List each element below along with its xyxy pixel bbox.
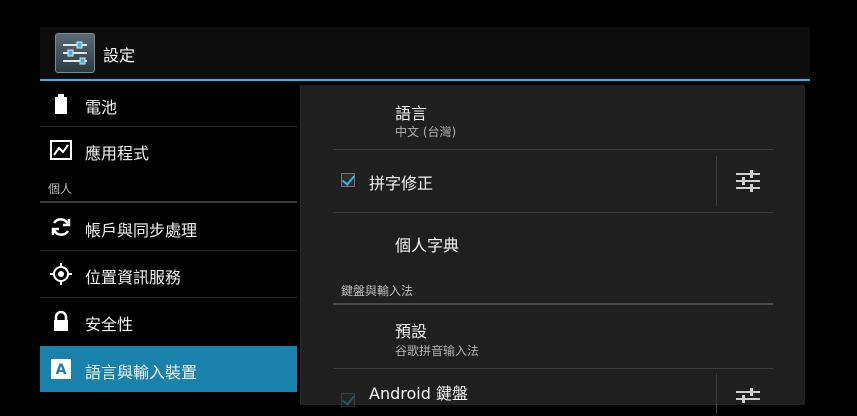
sidebar-item-language-input[interactable]: A 語言與輸入裝置 (40, 346, 297, 392)
sync-icon (50, 216, 72, 238)
sidebar-item-location[interactable]: 位置資訊服務 (40, 251, 297, 297)
settings-sidebar: 電池 應用程式 個人 帳戶與同步處理 位置資訊服務 安全性 A 語言與輸入裝置 (40, 81, 297, 400)
sidebar-item-accounts-sync[interactable]: 帳戶與同步處理 (40, 204, 297, 250)
android-keyboard-checkbox[interactable] (341, 393, 355, 407)
pref-title: 個人字典 (395, 236, 460, 255)
location-icon (50, 263, 72, 285)
divider (716, 374, 717, 414)
pref-summary: 中文 (台灣) (395, 125, 457, 139)
sidebar-item-battery[interactable]: 電池 (40, 81, 297, 127)
battery-icon (50, 93, 72, 115)
sidebar-item-label: 位置資訊服務 (85, 268, 182, 287)
language-preference[interactable]: 語言 中文 (台灣) (333, 85, 773, 149)
lock-icon (50, 310, 72, 332)
page-title: 設定 (103, 46, 136, 65)
tune-icon[interactable] (735, 386, 761, 412)
spell-checker-preference[interactable]: 拼字修正 (333, 150, 773, 212)
sidebar-item-label: 語言與輸入裝置 (85, 363, 198, 382)
settings-sliders-icon[interactable] (55, 33, 95, 73)
divider (716, 156, 717, 206)
pref-title: Android 鍵盤 (369, 384, 468, 403)
spell-checker-checkbox[interactable] (341, 173, 355, 187)
svg-text:A: A (56, 362, 67, 378)
sidebar-item-label: 安全性 (85, 315, 134, 334)
sidebar-item-apps[interactable]: 應用程式 (40, 127, 297, 173)
default-ime-preference[interactable]: 預設 谷歌拼音输入法 (333, 305, 773, 369)
action-bar: 設定 (40, 27, 810, 81)
pref-title: 語言 (395, 104, 428, 123)
pref-summary: 谷歌拼音输入法 (395, 344, 480, 358)
sidebar-item-label: 應用程式 (85, 144, 150, 163)
pref-title: 拼字修正 (369, 174, 434, 193)
section-divider (40, 201, 297, 203)
apps-icon (50, 139, 72, 161)
sidebar-item-label: 帳戶與同步處理 (85, 221, 198, 240)
personal-dictionary-preference[interactable]: 個人字典 (333, 213, 773, 273)
pref-title: 預設 (395, 322, 428, 341)
sidebar-item-label: 電池 (85, 98, 118, 117)
android-keyboard-preference[interactable]: Android 鍵盤 (333, 369, 773, 414)
sidebar-item-security[interactable]: 安全性 (40, 298, 297, 344)
section-header-personal: 個人 (48, 182, 73, 196)
language-icon: A (50, 358, 72, 380)
category-header-keyboard: 鍵盤與輸入法 (341, 284, 414, 298)
settings-detail-panel: 語言 中文 (台灣) 拼字修正 個人字典 鍵盤與輸入法 預設 谷歌拼音输入法 A… (300, 85, 805, 414)
tune-icon[interactable] (735, 168, 761, 194)
